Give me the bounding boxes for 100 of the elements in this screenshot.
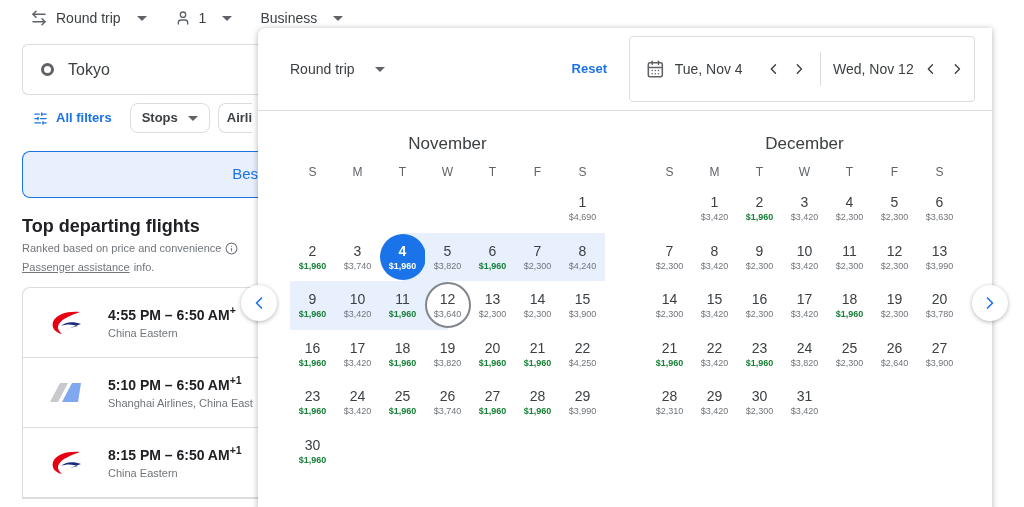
day-number[interactable]: 21: [661, 338, 678, 357]
day-number[interactable]: 6: [935, 193, 944, 212]
day-number[interactable]: 6: [488, 241, 497, 260]
day-number[interactable]: 15: [706, 290, 723, 309]
day-number[interactable]: 19: [886, 290, 903, 309]
origin-field[interactable]: Tokyo: [22, 44, 258, 95]
day-number[interactable]: 22: [706, 338, 723, 357]
day-number[interactable]: 4: [398, 241, 407, 260]
day-number[interactable]: 31: [796, 387, 813, 406]
day-number[interactable]: 12: [886, 241, 903, 260]
day-number[interactable]: 10: [796, 241, 813, 260]
trip-type-dropdown[interactable]: Round trip: [56, 7, 121, 29]
day-number[interactable]: 27: [931, 338, 948, 357]
day-price: $2,300: [478, 308, 507, 321]
day-number[interactable]: 12: [439, 290, 456, 309]
day-number[interactable]: 23: [304, 387, 321, 406]
day-price: $1,960: [523, 405, 552, 418]
day-price: $1,960: [298, 405, 327, 418]
day-number[interactable]: 26: [439, 387, 456, 406]
day-number[interactable]: 29: [574, 387, 591, 406]
day-number[interactable]: 3: [353, 241, 362, 260]
day-price: $2,310: [655, 405, 684, 418]
depart-date[interactable]: Tue, Nov 4: [674, 58, 759, 80]
day-number[interactable]: 9: [308, 290, 317, 309]
day-number[interactable]: 2: [755, 193, 764, 212]
day-number[interactable]: 16: [751, 290, 768, 309]
day-number[interactable]: 22: [574, 338, 591, 357]
day-number[interactable]: 26: [886, 338, 903, 357]
passenger-assistance-link[interactable]: Passenger assistance: [22, 258, 130, 275]
day-number[interactable]: 18: [394, 338, 411, 357]
day-number[interactable]: 28: [529, 387, 546, 406]
day-number[interactable]: 14: [661, 290, 678, 309]
day-number[interactable]: 10: [349, 290, 366, 309]
day-number[interactable]: 29: [706, 387, 723, 406]
caret-icon: [222, 15, 233, 21]
trip-type-dropdown[interactable]: Round trip: [290, 58, 385, 80]
day-number[interactable]: 18: [841, 290, 858, 309]
passengers-dropdown[interactable]: 1: [198, 7, 207, 29]
day-price: $2,300: [745, 405, 774, 418]
day-number[interactable]: 8: [578, 241, 587, 260]
day-price: $2,300: [745, 308, 774, 321]
weekday-label: F: [889, 164, 900, 180]
day-price: $1,960: [388, 308, 417, 321]
day-number[interactable]: 25: [841, 338, 858, 357]
day-price: $1,960: [388, 259, 417, 272]
day-number[interactable]: 17: [796, 290, 813, 309]
section-title: Top departing flights: [22, 215, 201, 238]
day-number[interactable]: 27: [484, 387, 501, 406]
day-number[interactable]: 24: [796, 338, 813, 357]
flight-times: 4:55 PM – 6:50 AM$^{+}$: [108, 304, 236, 325]
day-number[interactable]: 13: [931, 241, 948, 260]
day-number[interactable]: 15: [574, 290, 591, 309]
day-number[interactable]: 7: [533, 241, 542, 260]
day-number[interactable]: 14: [529, 290, 546, 309]
day-number[interactable]: 8: [710, 241, 719, 260]
day-number[interactable]: 19: [439, 338, 456, 357]
day-price: $2,300: [745, 259, 774, 272]
day-number[interactable]: 20: [484, 338, 501, 357]
day-number[interactable]: 7: [665, 241, 674, 260]
return-date[interactable]: Wed, Nov 12: [833, 58, 923, 80]
day-number[interactable]: 20: [931, 290, 948, 309]
filter-chip[interactable]: Airli: [217, 103, 253, 133]
day-number[interactable]: 30: [304, 435, 321, 454]
day-price: $1,960: [745, 211, 774, 224]
cabin-class-dropdown[interactable]: Business: [260, 7, 318, 29]
day-number[interactable]: 1: [710, 193, 719, 212]
day-number[interactable]: 2: [308, 241, 317, 260]
day-number[interactable]: 3: [800, 193, 809, 212]
day-number[interactable]: 28: [661, 387, 678, 406]
reset-button[interactable]: Reset: [571, 59, 607, 79]
day-number[interactable]: 24: [349, 387, 366, 406]
filter-chip[interactable]: Stops: [129, 103, 210, 133]
day-price: $2,300: [835, 356, 864, 369]
day-number[interactable]: 23: [751, 338, 768, 357]
day-number[interactable]: 1: [578, 193, 587, 212]
flight-row[interactable]: 5:10 PM – 6:50 AM$^{+1}$ Shanghai Airlines, China East: [23, 358, 258, 428]
weekday-label: T: [844, 164, 855, 180]
sort-tab[interactable]: Bes: [22, 151, 258, 198]
day-number[interactable]: 21: [529, 338, 546, 357]
day-number[interactable]: 30: [751, 387, 768, 406]
day-number[interactable]: 16: [304, 338, 321, 357]
day-number[interactable]: 9: [755, 241, 764, 260]
day-number[interactable]: 25: [394, 387, 411, 406]
day-number[interactable]: 11: [395, 290, 410, 309]
day-number[interactable]: 11: [842, 241, 857, 260]
day-price: $3,420: [343, 356, 372, 369]
day-price: $2,300: [880, 308, 909, 321]
weekday-label: F: [532, 164, 543, 180]
day-price: $4,690: [568, 211, 597, 224]
day-number[interactable]: 17: [349, 338, 366, 357]
day-number[interactable]: 5: [890, 193, 899, 212]
day-number[interactable]: 13: [484, 290, 501, 309]
airline-name: China Eastern: [108, 465, 179, 481]
day-price: $1,960: [523, 356, 552, 369]
day-price: $1,960: [388, 405, 417, 418]
day-number[interactable]: 4: [845, 193, 854, 212]
all-filters-button[interactable]: All filters: [33, 108, 112, 128]
date-range-field[interactable]: Tue, Nov 4 Wed, Nov 12: [629, 36, 975, 102]
day-price: $3,900: [925, 356, 954, 369]
day-number[interactable]: 5: [443, 241, 452, 260]
